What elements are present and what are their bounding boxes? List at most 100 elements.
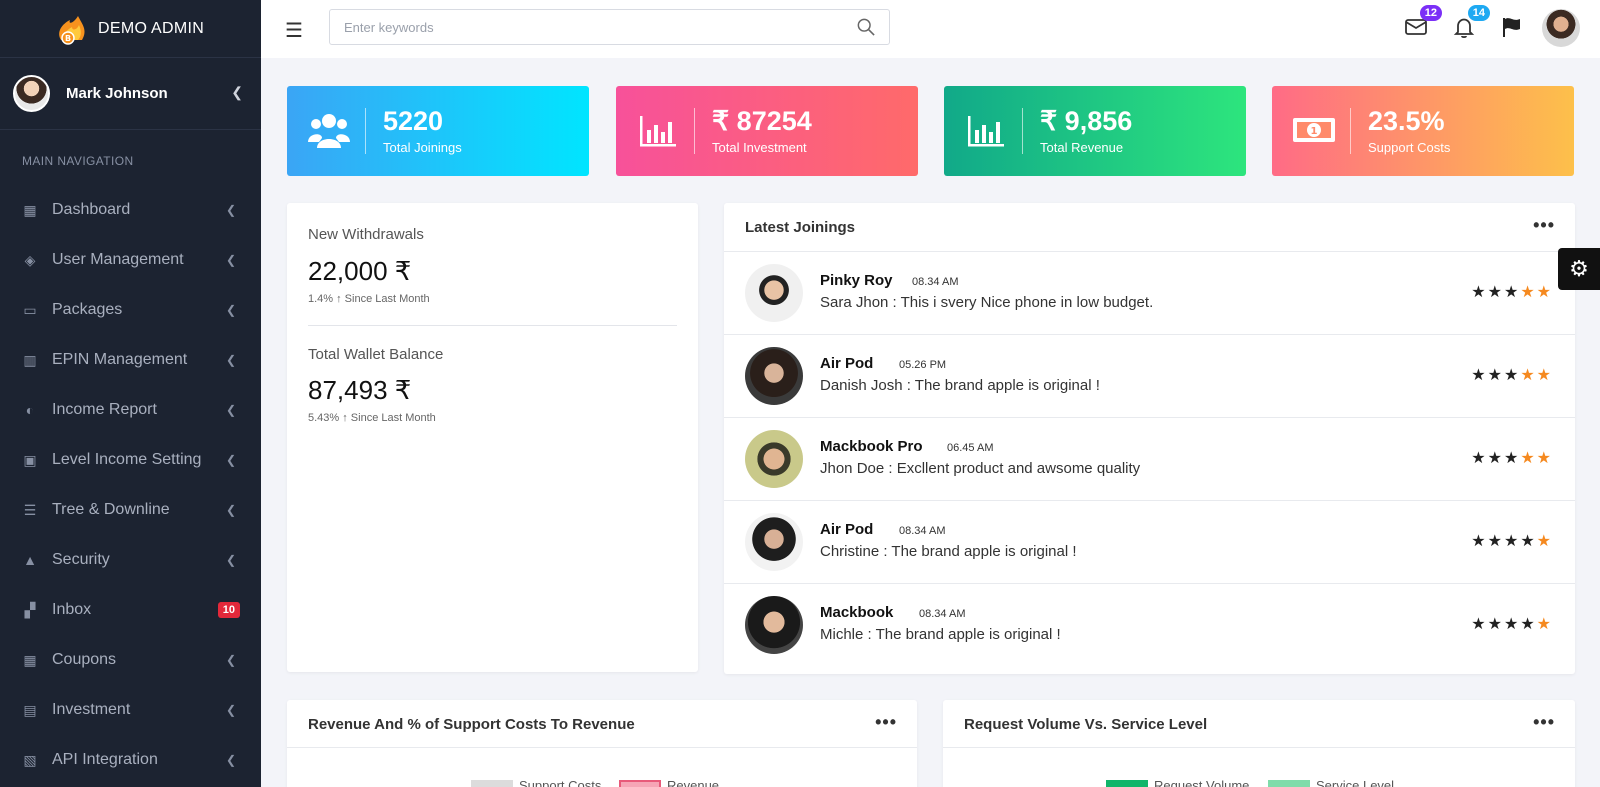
- legend-item[interactable]: Support Costs: [471, 778, 601, 787]
- list-item[interactable]: Air Pod 05.26 PM Danish Josh : The brand a…: [724, 334, 1575, 418]
- avatar[interactable]: [745, 596, 803, 654]
- sidebar-item-label: API Integration: [52, 751, 158, 768]
- legend-swatch: [619, 779, 661, 787]
- sidebar-item[interactable]: ▦ Coupons ❮: [0, 635, 261, 685]
- layers-icon: ◈: [24, 251, 36, 268]
- sidebar-item-label: Packages: [52, 301, 123, 318]
- settings-gear-button[interactable]: ⚙: [1558, 248, 1600, 290]
- stat-card-joinings[interactable]: 5220 Total Joinings: [287, 86, 589, 176]
- joining-name[interactable]: Air Pod: [820, 521, 873, 538]
- divider: [1350, 108, 1351, 154]
- search-input[interactable]: [344, 19, 834, 35]
- star-icon: ★: [1520, 450, 1537, 467]
- star-icon: ★: [1520, 616, 1537, 633]
- latest-joinings-card: Latest Joinings ••• Pinky Roy 08.34 AM Sar…: [724, 203, 1575, 674]
- user-box[interactable]: Mark Johnson ❮: [0, 58, 261, 130]
- nav-list: ▦ Dashboard ❮ ◈ User Management ❮ ▭ Packages ❮ ▥ E…: [0, 185, 261, 785]
- divider: [287, 747, 917, 748]
- map-icon: ▤: [23, 701, 37, 718]
- legend-item[interactable]: Request Volume: [1106, 778, 1249, 787]
- inbox-icon: ▞: [24, 601, 36, 618]
- sidebar-item[interactable]: ▥ EPIN Management ❮: [0, 335, 261, 385]
- dashboard-icon: ▦: [23, 201, 37, 218]
- mail-button[interactable]: 12: [1404, 5, 1442, 39]
- brand-title: DEMO ADMIN: [98, 19, 205, 37]
- list-item[interactable]: Mackbook Pro 06.45 AM Jhon Doe : Excllent …: [724, 417, 1575, 501]
- more-options-icon[interactable]: •••: [1533, 712, 1555, 733]
- star-rating: ★★★★★: [1471, 365, 1553, 385]
- star-rating: ★★★★★: [1471, 282, 1553, 302]
- star-icon: ★: [1503, 616, 1521, 633]
- joining-name[interactable]: Air Pod: [820, 355, 873, 372]
- profile-avatar[interactable]: [1542, 9, 1580, 47]
- sidebar-item[interactable]: ▧ API Integration ❮: [0, 735, 261, 785]
- star-icon: ★: [1487, 284, 1504, 301]
- menu-toggle-icon[interactable]: ☰: [285, 18, 303, 43]
- star-icon: ★: [1520, 284, 1537, 301]
- legend-label: Revenue: [667, 778, 720, 787]
- stat-card-support-costs[interactable]: 1 23.5% Support Costs: [1272, 86, 1574, 176]
- star-icon: ★: [1536, 533, 1553, 550]
- star-icon: ★: [1487, 533, 1504, 550]
- sidebar-item[interactable]: ▦ Dashboard ❮: [0, 185, 261, 235]
- avatar[interactable]: [745, 513, 803, 571]
- legend-swatch: [471, 779, 513, 787]
- sidebar-item[interactable]: ☰ Tree & Downline ❮: [0, 485, 261, 535]
- star-rating: ★★★★★: [1471, 531, 1553, 551]
- joining-name[interactable]: Mackbook Pro: [820, 438, 923, 455]
- legend-item[interactable]: Service Level: [1268, 778, 1394, 787]
- search-icon[interactable]: [857, 18, 875, 36]
- joining-name[interactable]: Mackbook: [820, 604, 893, 621]
- list-item[interactable]: Pinky Roy 08.34 AM Sara Jhon : This i sver…: [724, 251, 1575, 335]
- joining-time: 08.34 AM: [919, 608, 966, 620]
- divider: [308, 325, 677, 326]
- wallet-title: Total Wallet Balance: [308, 346, 444, 363]
- joining-name[interactable]: Pinky Roy: [820, 272, 893, 289]
- joining-message: Christine : The brand apple is original …: [820, 543, 1077, 560]
- chevron-left-icon[interactable]: ❮: [231, 84, 243, 101]
- notifications-button[interactable]: 14: [1452, 5, 1490, 39]
- sidebar-item-label: Security: [52, 551, 110, 568]
- more-options-icon[interactable]: •••: [1533, 215, 1555, 236]
- avatar[interactable]: [745, 264, 803, 322]
- avatar[interactable]: [745, 347, 803, 405]
- star-icon: ★: [1503, 450, 1521, 467]
- search-box[interactable]: [329, 9, 890, 45]
- list-item[interactable]: Mackbook 08.34 AM Michle : The brand apple…: [724, 583, 1575, 667]
- legend-item[interactable]: Revenue: [619, 778, 719, 787]
- contrast-icon: ◐: [25, 402, 35, 418]
- sidebar-item[interactable]: ▤ Investment ❮: [0, 685, 261, 735]
- avatar[interactable]: [745, 430, 803, 488]
- stat-card-revenue[interactable]: ₹ 9,856 Total Revenue: [944, 86, 1246, 176]
- chevron-left-icon: ❮: [225, 253, 236, 267]
- list-item[interactable]: Air Pod 08.34 AM Christine : The brand app…: [724, 500, 1575, 584]
- star-icon: ★: [1536, 284, 1553, 301]
- sidebar-item[interactable]: ▞ Inbox 10: [0, 585, 261, 635]
- divider: [1022, 108, 1023, 154]
- divider: [365, 108, 366, 154]
- legend-swatch: [1268, 779, 1310, 787]
- sidebar-item[interactable]: ▣ Level Income Setting ❮: [0, 435, 261, 485]
- sidebar-item[interactable]: ◈ User Management ❮: [0, 235, 261, 285]
- star-icon: ★: [1471, 533, 1488, 550]
- star-icon: ★: [1471, 367, 1488, 384]
- brand[interactable]: B DEMO ADMIN: [0, 0, 261, 58]
- stat-label: Support Costs: [1368, 140, 1451, 155]
- images-icon: ▧: [23, 751, 37, 768]
- flag-button[interactable]: [1500, 15, 1524, 39]
- stat-card-investment[interactable]: ₹ 87254 Total Investment: [616, 86, 918, 176]
- sidebar-item[interactable]: ▭ Packages ❮: [0, 285, 261, 335]
- chevron-left-icon: ❮: [225, 503, 236, 517]
- flame-logo-icon: B: [52, 10, 90, 48]
- chevron-left-icon: ❮: [225, 403, 236, 417]
- nav-section-title: MAIN NAVIGATION: [22, 154, 134, 168]
- sidebar-item[interactable]: ◐ Income Report ❮: [0, 385, 261, 435]
- sidebar-item-label: Investment: [52, 701, 131, 718]
- list-icon: ☰: [23, 501, 37, 518]
- withdrawals-change: 1.4% ↑ Since Last Month: [308, 293, 430, 305]
- svg-text:1: 1: [1311, 126, 1318, 137]
- legend-label: Request Volume: [1154, 778, 1250, 787]
- sidebar-item[interactable]: ▲ Security ❮: [0, 535, 261, 585]
- avatar[interactable]: [13, 75, 50, 112]
- more-options-icon[interactable]: •••: [875, 712, 897, 733]
